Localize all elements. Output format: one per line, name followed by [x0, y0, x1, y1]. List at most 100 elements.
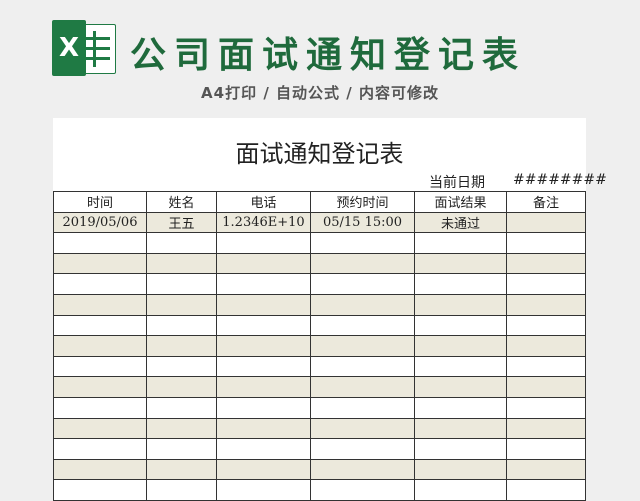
cell-appointment[interactable]: 05/15 15:00: [310, 211, 415, 234]
cell-note[interactable]: [506, 438, 586, 460]
cell-time[interactable]: [53, 396, 147, 419]
excel-logo-letter: X: [52, 20, 86, 76]
cell-time[interactable]: [53, 438, 147, 460]
cell-time[interactable]: [53, 479, 147, 501]
cell-phone[interactable]: [216, 479, 311, 501]
cell-appointment[interactable]: [310, 417, 415, 440]
table-body: 2019/05/06 王五 1.2346E+10 05/15 15:00 未通过: [53, 211, 586, 501]
cell-result[interactable]: [414, 293, 507, 316]
cell-note[interactable]: [506, 314, 586, 337]
cell-appointment[interactable]: [310, 273, 415, 295]
cell-time[interactable]: 2019/05/06: [53, 211, 147, 234]
cell-note[interactable]: [506, 273, 586, 295]
table-row: [53, 355, 586, 378]
cell-name[interactable]: [146, 314, 217, 337]
cell-note[interactable]: [506, 355, 586, 378]
cell-time[interactable]: [53, 232, 147, 254]
cell-result[interactable]: [414, 232, 507, 254]
table-row: [53, 396, 586, 419]
table-row: [53, 293, 586, 316]
cell-note[interactable]: [506, 335, 586, 357]
cell-phone[interactable]: [216, 458, 311, 481]
cell-appointment[interactable]: [310, 479, 415, 501]
cell-note[interactable]: [506, 252, 586, 275]
cell-appointment[interactable]: [310, 396, 415, 419]
table-row: [53, 273, 586, 295]
cell-phone[interactable]: 1.2346E+10: [216, 211, 311, 234]
cell-appointment[interactable]: [310, 335, 415, 357]
table-header-row: 时间 姓名 电话 预约时间 面试结果 备注: [53, 191, 586, 213]
cell-result[interactable]: [414, 273, 507, 295]
cell-name[interactable]: [146, 417, 217, 440]
cell-appointment[interactable]: [310, 252, 415, 275]
cell-phone[interactable]: [216, 252, 311, 275]
column-header: 备注: [506, 191, 586, 213]
cell-phone[interactable]: [216, 376, 311, 398]
cell-result[interactable]: [414, 479, 507, 501]
table-row: [53, 376, 586, 398]
cell-result[interactable]: [414, 376, 507, 398]
cell-note[interactable]: [506, 479, 586, 501]
cell-name[interactable]: [146, 232, 217, 254]
cell-name[interactable]: [146, 458, 217, 481]
cell-result[interactable]: [414, 335, 507, 357]
cell-appointment[interactable]: [310, 355, 415, 378]
table-row: [53, 232, 586, 254]
cell-note[interactable]: [506, 396, 586, 419]
cell-time[interactable]: [53, 314, 147, 337]
excel-icon: X: [52, 20, 116, 76]
cell-name[interactable]: [146, 273, 217, 295]
cell-phone[interactable]: [216, 355, 311, 378]
cell-appointment[interactable]: [310, 458, 415, 481]
cell-appointment[interactable]: [310, 314, 415, 337]
cell-result[interactable]: [414, 458, 507, 481]
current-date-value[interactable]: ########: [513, 172, 607, 190]
cell-time[interactable]: [53, 417, 147, 440]
cell-note[interactable]: [506, 417, 586, 440]
cell-name[interactable]: 王五: [146, 211, 217, 234]
cell-time[interactable]: [53, 293, 147, 316]
cell-appointment[interactable]: [310, 376, 415, 398]
banner: X 公司面试通知登记表 A4打印 / 自动公式 / 内容可修改: [0, 0, 640, 118]
cell-name[interactable]: [146, 376, 217, 398]
cell-note[interactable]: [506, 376, 586, 398]
cell-result[interactable]: [414, 314, 507, 337]
cell-phone[interactable]: [216, 293, 311, 316]
cell-time[interactable]: [53, 335, 147, 357]
cell-note[interactable]: [506, 211, 586, 234]
cell-appointment[interactable]: [310, 438, 415, 460]
cell-result[interactable]: [414, 355, 507, 378]
cell-time[interactable]: [53, 273, 147, 295]
cell-name[interactable]: [146, 252, 217, 275]
cell-phone[interactable]: [216, 438, 311, 460]
cell-phone[interactable]: [216, 273, 311, 295]
cell-appointment[interactable]: [310, 293, 415, 316]
table-row: [53, 252, 586, 275]
cell-result[interactable]: [414, 438, 507, 460]
cell-result[interactable]: [414, 252, 507, 275]
cell-phone[interactable]: [216, 232, 311, 254]
cell-name[interactable]: [146, 293, 217, 316]
cell-name[interactable]: [146, 396, 217, 419]
cell-time[interactable]: [53, 376, 147, 398]
cell-appointment[interactable]: [310, 232, 415, 254]
cell-note[interactable]: [506, 458, 586, 481]
cell-name[interactable]: [146, 355, 217, 378]
cell-result[interactable]: [414, 417, 507, 440]
cell-note[interactable]: [506, 232, 586, 254]
cell-phone[interactable]: [216, 417, 311, 440]
cell-phone[interactable]: [216, 335, 311, 357]
cell-time[interactable]: [53, 252, 147, 275]
cell-name[interactable]: [146, 438, 217, 460]
cell-phone[interactable]: [216, 396, 311, 419]
cell-result[interactable]: [414, 396, 507, 419]
cell-phone[interactable]: [216, 314, 311, 337]
cell-note[interactable]: [506, 293, 586, 316]
cell-time[interactable]: [53, 458, 147, 481]
column-header: 预约时间: [310, 191, 415, 213]
current-date-label: 当前日期: [429, 175, 485, 191]
cell-result[interactable]: 未通过: [414, 211, 507, 234]
cell-name[interactable]: [146, 479, 217, 501]
cell-time[interactable]: [53, 355, 147, 378]
cell-name[interactable]: [146, 335, 217, 357]
